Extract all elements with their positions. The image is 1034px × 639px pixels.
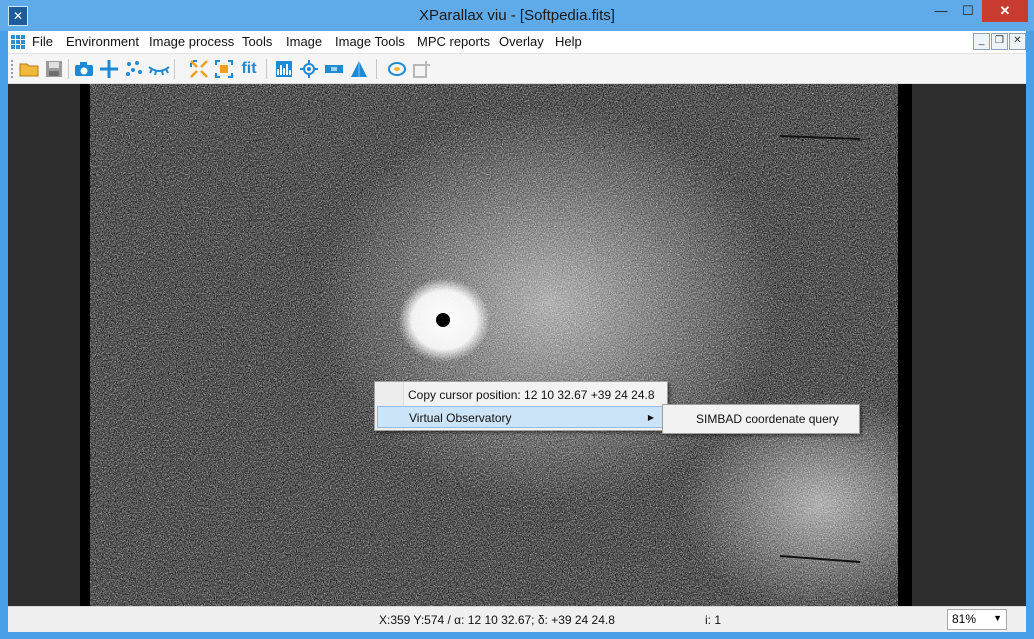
- cursor-coordinates: X:359 Y:574 / α: 12 10 32.67; δ: +39 24 …: [379, 613, 615, 627]
- child-minimize-icon[interactable]: _: [973, 33, 990, 50]
- fits-image[interactable]: [80, 84, 912, 606]
- zoom-value: 81%: [952, 612, 977, 626]
- copy-cursor-position-label: Copy cursor position: 12 10 32.67 +39 24…: [408, 388, 655, 402]
- window-title: XParallax viu - [Softpedia.fits]: [419, 7, 615, 24]
- virtual-observatory-label: Virtual Observatory: [409, 411, 512, 425]
- image-index: i: 1: [705, 613, 722, 627]
- measure-icon[interactable]: [323, 58, 345, 80]
- fit-icon[interactable]: fit: [236, 58, 262, 80]
- triangle-icon[interactable]: [348, 58, 370, 80]
- toolbar-separator: [266, 59, 267, 79]
- minimize-icon[interactable]: —: [928, 0, 954, 22]
- camera-icon[interactable]: [73, 58, 95, 80]
- context-menu: Copy cursor position: 12 10 32.67 +39 24…: [374, 381, 668, 431]
- virtual-observatory-item[interactable]: Virtual Observatory ▶: [377, 406, 663, 428]
- menu-tools[interactable]: Tools: [242, 34, 272, 49]
- save-icon[interactable]: [43, 58, 65, 80]
- chevron-down-icon: ▼: [993, 613, 1002, 623]
- child-close-icon[interactable]: ✕: [1009, 33, 1026, 50]
- menu-help[interactable]: Help: [555, 34, 582, 49]
- zoom-frame-icon[interactable]: [213, 58, 235, 80]
- menu-environment[interactable]: Environment: [66, 34, 139, 49]
- spiral-icon[interactable]: [386, 58, 408, 80]
- add-layer-icon[interactable]: [411, 58, 433, 80]
- status-bar: X:359 Y:574 / α: 12 10 32.67; δ: +39 24 …: [8, 606, 1026, 632]
- main-window: File Environment Image process Tools Ima…: [8, 31, 1026, 632]
- menu-bar: File Environment Image process Tools Ima…: [8, 31, 1026, 54]
- simbad-query-item[interactable]: SIMBAD coordenate query: [696, 412, 839, 426]
- document-grid-icon[interactable]: [11, 35, 25, 49]
- histogram-icon[interactable]: [273, 58, 295, 80]
- title-bar: ✕ XParallax viu - [Softpedia.fits] — ☐ ✕: [0, 0, 1034, 31]
- menu-image[interactable]: Image: [286, 34, 322, 49]
- zoom-select[interactable]: 81% ▼: [947, 609, 1007, 630]
- toolbar-grip[interactable]: [11, 60, 15, 78]
- image-viewer[interactable]: [8, 84, 1026, 606]
- virtual-observatory-submenu: SIMBAD coordenate query: [662, 404, 860, 434]
- maximize-icon[interactable]: ☐: [955, 0, 981, 22]
- zoom-expand-icon[interactable]: [188, 58, 210, 80]
- menu-image-process[interactable]: Image process: [149, 34, 234, 49]
- eye-icon[interactable]: [148, 58, 170, 80]
- copy-cursor-position-item[interactable]: Copy cursor position: 12 10 32.67 +39 24…: [377, 384, 663, 406]
- toolbar-separator: [68, 59, 69, 79]
- open-folder-icon[interactable]: [18, 58, 40, 80]
- toolbar-separator: [174, 59, 175, 79]
- menu-file[interactable]: File: [32, 34, 53, 49]
- toolbar-separator: [376, 59, 377, 79]
- menu-image-tools[interactable]: Image Tools: [335, 34, 405, 49]
- crosshair-icon[interactable]: [98, 58, 120, 80]
- star-field-icon[interactable]: [123, 58, 145, 80]
- toolbar: fit: [8, 54, 1026, 84]
- menu-overlay[interactable]: Overlay: [499, 34, 544, 49]
- close-icon[interactable]: ✕: [982, 0, 1028, 22]
- child-restore-icon[interactable]: ❐: [991, 33, 1008, 50]
- target-icon[interactable]: [298, 58, 320, 80]
- submenu-arrow-icon: ▶: [647, 413, 654, 422]
- menu-mpc-reports[interactable]: MPC reports: [417, 34, 490, 49]
